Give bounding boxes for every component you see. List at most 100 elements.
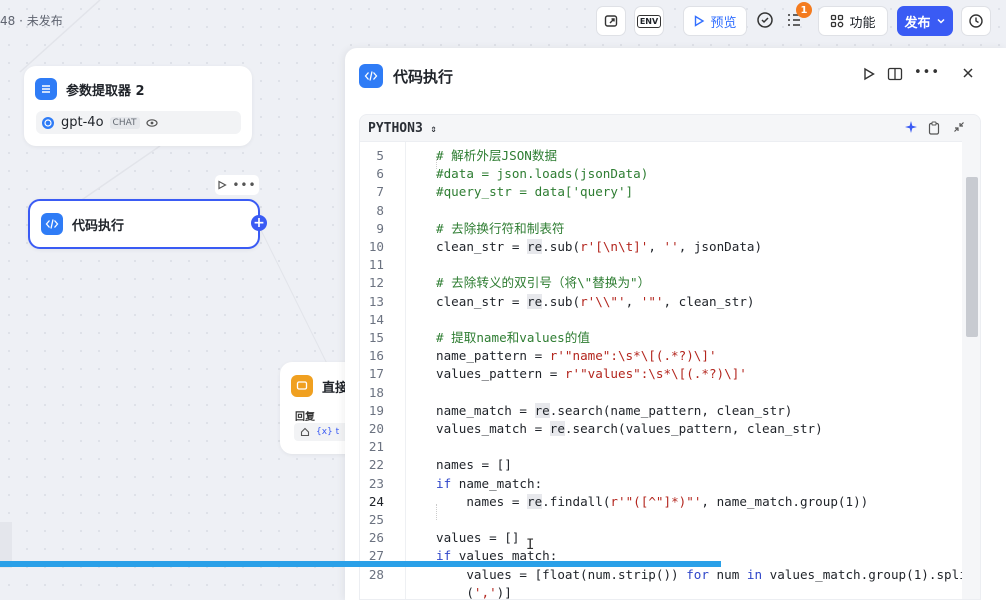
code-text: names = []: [436, 457, 512, 473]
clipboard-icon: [928, 121, 940, 135]
split-view-button[interactable]: [887, 67, 903, 85]
sparkle-icon: [905, 121, 917, 133]
code-icon: [41, 213, 63, 235]
code-line: 23 if name_match:: [360, 475, 964, 493]
model-selector[interactable]: gpt-4o CHAT: [36, 111, 241, 134]
code-line: 28 values = [float(num.strip()) for num …: [360, 566, 964, 584]
node-title: 代码执行: [72, 218, 125, 234]
run-button[interactable]: [862, 67, 876, 85]
line-number: 25: [368, 512, 384, 527]
line-number: 14: [368, 311, 384, 327]
line-number: 5: [376, 148, 384, 163]
run-node-icon[interactable]: [217, 180, 228, 190]
line-number: 12: [368, 275, 384, 291]
model-tag: CHAT: [109, 116, 140, 129]
code-line: 11: [360, 256, 964, 274]
play-icon: [864, 67, 875, 81]
code-text: values = []: [436, 530, 520, 546]
language-label: PYTHON3: [368, 121, 423, 136]
code-line: 10 clean_str = re.sub(r'[\n\t]', '', json…: [360, 238, 964, 256]
line-number: 16: [368, 348, 384, 364]
code-text: if name_match:: [436, 475, 543, 491]
code-line: 16 name_pattern = r'"name":\s*\[(.*?)\]': [360, 347, 964, 365]
line-number: 11: [368, 257, 384, 273]
line-number: 28: [368, 566, 384, 582]
node-action-bar: •••: [215, 175, 259, 195]
code-text: name_match = re.search(name_pattern, cle…: [436, 402, 793, 418]
code-line: 7 #query_str = data['query']: [360, 183, 964, 201]
code-line: 26 values = []: [360, 529, 964, 547]
home-icon: [300, 427, 310, 437]
book-open-icon: [887, 67, 903, 81]
code-text: clean_str = re.sub(r'[\n\t]', '', jsonDa…: [436, 239, 763, 254]
share-button[interactable]: [596, 6, 626, 36]
more-icon[interactable]: •••: [914, 65, 940, 80]
code-line: 19 name_match = re.search(name_pattern, c…: [360, 402, 964, 420]
publish-label: 发布: [904, 15, 931, 31]
line-number: 8: [376, 202, 384, 218]
variable-text: {x} t: [316, 427, 340, 437]
ai-sparkle-button[interactable]: [904, 120, 918, 138]
checklist-button[interactable]: 1: [784, 2, 812, 32]
reply-icon: [291, 375, 313, 397]
notification-badge: 1: [796, 2, 812, 18]
stopwatch-check-icon: [757, 12, 773, 28]
preview-button[interactable]: 预览: [683, 6, 747, 36]
code-content[interactable]: I 5 # 解析外层JSON数据 6 #data = json.loads(jsonD…: [360, 141, 964, 599]
share-icon: [604, 15, 618, 27]
add-node-button[interactable]: +: [251, 215, 267, 231]
play-icon: [695, 15, 705, 27]
env-button[interactable]: ENV: [634, 6, 664, 36]
code-text: values = [float(num.strip()) for num in …: [436, 566, 964, 582]
preview-label: 预览: [710, 15, 737, 31]
line-number: 22: [368, 457, 384, 473]
code-line: (',')]: [360, 584, 964, 599]
video-progress-bar[interactable]: [0, 561, 721, 567]
vertical-scrollbar[interactable]: [962, 141, 980, 599]
model-name: gpt-4o: [61, 115, 104, 130]
publish-button[interactable]: 发布: [897, 6, 953, 36]
history-icon: [969, 14, 983, 28]
line-number: 21: [368, 439, 384, 455]
check-icon-button[interactable]: [755, 10, 775, 34]
code-text: clean_str = re.sub(r'\\"', '"', clean_st…: [436, 293, 755, 309]
features-button[interactable]: 功能: [818, 6, 888, 36]
code-line: 5 # 解析外层JSON数据: [360, 147, 964, 165]
collapse-button[interactable]: [953, 121, 965, 137]
line-number: 9: [376, 220, 384, 236]
code-panel: 代码执行 ••• PYTHON3 ⇕ I 5 # 解析外层JSON数据 6 #d…: [345, 48, 1006, 600]
direct-reply-node[interactable]: 直接 回复 {x} t: [280, 362, 355, 454]
more-icon[interactable]: •••: [232, 178, 256, 192]
code-line: 13 clean_str = re.sub(r'\\"', '"', clean_…: [360, 293, 964, 311]
code-line: 9 # 去除换行符和制表符: [360, 220, 964, 238]
publish-status: 48 · 未发布: [0, 14, 63, 28]
language-selector[interactable]: PYTHON3 ⇕: [368, 121, 437, 136]
copy-button[interactable]: [928, 121, 940, 139]
line-number: 15: [368, 330, 384, 345]
code-line: 17 values_pattern = r'"values":\s*\[(.*?)…: [360, 365, 964, 383]
code-text: names = re.findall(r'"([^"]*)"', name_ma…: [436, 493, 869, 509]
code-exec-node[interactable]: 代码执行 +: [28, 199, 267, 249]
line-number: 13: [368, 293, 384, 309]
code-editor[interactable]: PYTHON3 ⇕ I 5 # 解析外层JSON数据 6 #data = json.l…: [359, 114, 981, 600]
line-number: 23: [368, 475, 384, 491]
line-number: 20: [368, 421, 384, 436]
line-number: 26: [368, 530, 384, 546]
line-number: 7: [376, 184, 384, 200]
scroll-thumb[interactable]: [966, 177, 978, 337]
openai-icon: [42, 116, 54, 129]
code-line: 24 names = re.findall(r'"([^"]*)"', name…: [360, 493, 964, 511]
code-text: # 解析外层JSON数据: [436, 148, 558, 163]
code-text: #query_str = data['query']: [436, 184, 634, 200]
history-button[interactable]: [961, 6, 991, 36]
code-text: #data = json.loads(jsonData): [436, 166, 649, 182]
code-text: # 提取name和values的值: [436, 330, 590, 345]
close-button[interactable]: [962, 67, 974, 83]
code-line: 14: [360, 311, 964, 329]
code-icon: [359, 64, 383, 88]
code-line: 22 names = []: [360, 456, 964, 474]
param-extractor-node[interactable]: 参数提取器 2 gpt-4o CHAT: [24, 66, 252, 146]
sort-icon: ⇕: [430, 124, 437, 135]
code-text: # 去除换行符和制表符: [436, 220, 565, 236]
collapse-icon: [954, 122, 964, 132]
